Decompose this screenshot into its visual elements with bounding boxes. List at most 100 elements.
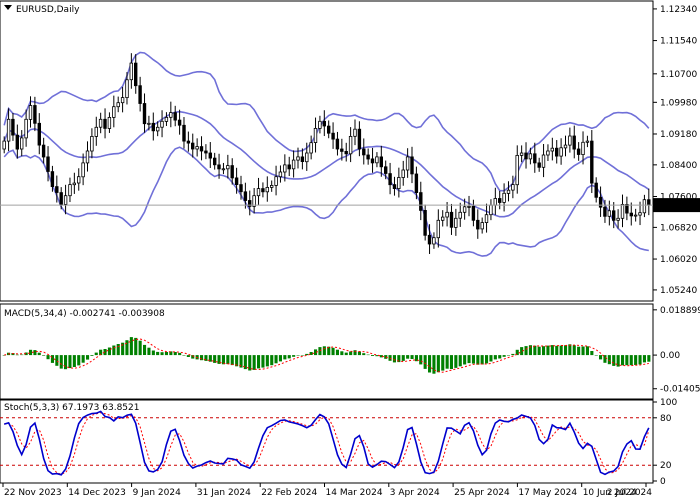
macd-bar <box>559 345 563 356</box>
macd-bar <box>463 355 467 365</box>
macd-bar <box>200 355 204 361</box>
stoch-tick-label: 20 <box>660 461 672 471</box>
macd-bar <box>134 337 138 356</box>
macd-bar <box>182 355 186 356</box>
macd-bar <box>555 345 559 355</box>
macd-bar <box>428 355 432 373</box>
macd-bar <box>542 346 546 356</box>
macd-bar <box>480 355 484 365</box>
macd-bar <box>502 355 506 357</box>
macd-bar <box>441 355 445 371</box>
macd-bar <box>445 355 449 369</box>
macd-bar <box>572 345 576 356</box>
macd-bar <box>533 345 537 356</box>
macd-bar <box>72 355 76 367</box>
macd-bar <box>305 353 309 356</box>
macd-bar <box>107 347 111 356</box>
macd-bar <box>546 345 550 356</box>
price-tick-label: 1.06020 <box>660 255 697 265</box>
macd-bar <box>300 355 304 356</box>
macd-bar <box>590 351 594 356</box>
macd-bar <box>86 355 90 360</box>
macd-bar <box>138 340 142 356</box>
macd-bar <box>498 355 502 359</box>
macd-bar <box>129 337 133 356</box>
date-tick-label: 31 Jan 2024 <box>197 488 251 498</box>
macd-bar <box>64 355 68 370</box>
macd-bar <box>564 345 568 356</box>
date-tick-label: 22 Feb 2024 <box>261 488 317 498</box>
macd-bar <box>599 355 603 360</box>
macd-bar <box>331 347 335 356</box>
macd-bar <box>485 355 489 364</box>
macd-bar <box>68 355 72 369</box>
macd-bar <box>458 355 462 367</box>
macd-bar <box>29 349 33 356</box>
macd-bar <box>625 355 629 366</box>
macd-bar <box>493 355 497 360</box>
macd-bar <box>164 352 168 356</box>
macd-bar <box>647 355 651 362</box>
date-tick-label: 14 Mar 2024 <box>326 488 383 498</box>
chart-title: EURUSD,Daily <box>16 5 80 15</box>
macd-bar <box>537 346 541 355</box>
macd-bar <box>261 355 265 368</box>
macd-bar <box>340 351 344 356</box>
macd-bar <box>335 349 339 356</box>
macd-bar <box>436 355 440 373</box>
macd-bar <box>349 351 353 356</box>
date-tick-label: 22 Nov 2023 <box>4 488 62 498</box>
macd-bar <box>151 350 155 356</box>
macd-bar <box>594 355 598 356</box>
macd-bar <box>629 355 633 366</box>
macd-bar <box>344 352 348 356</box>
macd-bar <box>59 355 63 369</box>
macd-bar <box>506 355 510 356</box>
macd-bar <box>322 346 326 356</box>
macd-bar <box>296 355 300 356</box>
macd-bar <box>406 355 410 359</box>
macd-bar <box>638 355 642 365</box>
macd-bar <box>90 355 94 356</box>
macd-bar <box>467 355 471 364</box>
date-tick-label: 2 Jul 2024 <box>607 488 652 498</box>
macd-bar <box>230 355 234 366</box>
macd-bar <box>581 346 585 356</box>
macd-bar <box>257 355 261 369</box>
macd-bar <box>147 347 151 355</box>
macd-bar <box>401 355 405 361</box>
macd-bar <box>186 355 190 357</box>
price-tick-label: 1.05240 <box>660 286 697 296</box>
macd-bar <box>642 355 646 363</box>
macd-bar <box>419 355 423 365</box>
macd-bar <box>37 352 41 356</box>
macd-bar <box>125 340 129 356</box>
macd-bar <box>585 346 589 356</box>
macd-bar <box>77 355 81 366</box>
stoch-title: Stoch(5,3,3) 67.1973 63.8521 <box>4 403 139 413</box>
macd-bar <box>392 355 396 363</box>
macd-bar <box>432 355 436 374</box>
macd-bar <box>160 352 164 356</box>
macd-bar <box>173 352 177 356</box>
macd-bar <box>252 355 256 370</box>
macd-bar <box>292 355 296 357</box>
price-tick-label: 1.08400 <box>660 161 697 171</box>
macd-tick-label: -0.014051 <box>660 385 700 395</box>
macd-bar <box>366 354 370 356</box>
macd-bar <box>357 351 361 356</box>
macd-bar <box>278 355 282 362</box>
macd-bar <box>287 355 291 359</box>
stoch-tick-label: 0 <box>660 477 666 487</box>
stoch-tick-label: 100 <box>660 398 677 408</box>
macd-tick-label: 0.00 <box>660 351 680 361</box>
macd-bar <box>226 355 230 365</box>
chart-canvas: 1.12340 1.11540 1.10700 1.09980 1.09180 1.084… <box>0 0 700 500</box>
macd-title: MACD(5,34,4) -0.002741 -0.003908 <box>4 309 165 319</box>
date-tick-label: 14 Dec 2023 <box>68 488 126 498</box>
macd-bar <box>476 355 480 365</box>
macd-bar <box>511 353 515 356</box>
macd-bar <box>143 344 147 355</box>
macd-bar <box>15 354 19 356</box>
macd-bar <box>55 355 59 366</box>
